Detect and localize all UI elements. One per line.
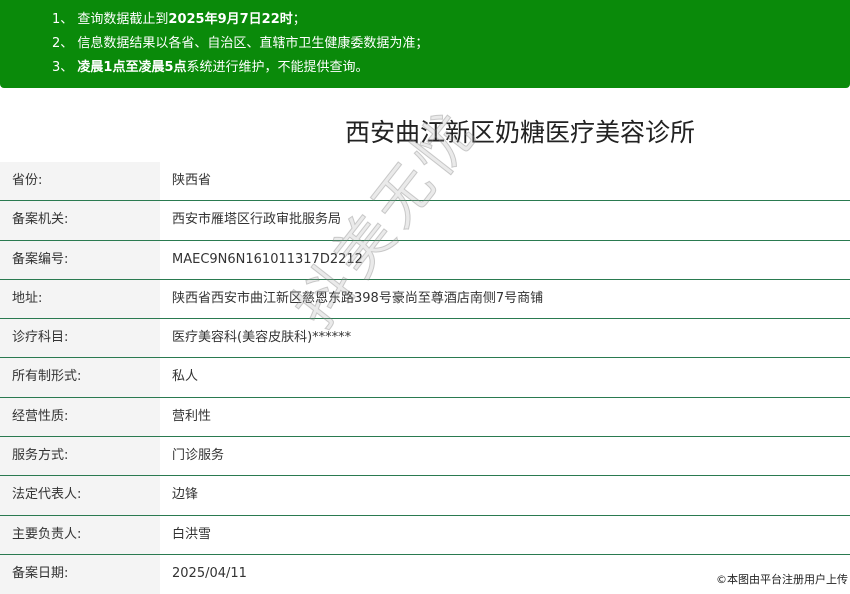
table-row: 备案编号: MAEC9N6N161011317D2212 (0, 240, 850, 280)
row-label: 备案编号: (0, 240, 160, 279)
page-title-container: 西安曲江新区奶糖医疗美容诊所 (0, 113, 850, 153)
row-value: 2025/04/11 (172, 565, 247, 581)
table-row: 备案机关: 西安市雁塔区行政审批服务局 (0, 201, 850, 241)
copyright-notice: ©本图由平台注册用户上传 (716, 571, 848, 587)
row-label: 经营性质: (0, 397, 160, 437)
row-value: 边锋 (172, 487, 199, 503)
row-value: MAEC9N6N161011317D2212 (172, 251, 363, 267)
notice-line-3: 3、 凌晨1点至凌晨5点系统进行维护，不能提供查询。 (52, 60, 369, 75)
page-title: 西安曲江新区奶糖医疗美容诊所 (345, 118, 696, 147)
table-row: 经营性质: 营利性 (0, 397, 850, 438)
row-label: 法定代表人: (0, 476, 160, 515)
row-value: 医疗美容科(美容皮肤科)****** (172, 330, 352, 346)
row-label: 诊疗科目: (0, 319, 160, 358)
table-row: 法定代表人: 边锋 (0, 476, 850, 516)
row-value: 营利性 (172, 408, 212, 424)
notice-line-2: 2、 信息数据结果以各省、自治区、直辖市卫生健康委数据为准； (52, 36, 429, 51)
table-row: 所有制形式: 私人 (0, 358, 850, 398)
row-label: 服务方式: (0, 437, 160, 476)
row-value: 西安市雁塔区行政审批服务局 (172, 212, 342, 228)
row-label: 地址: (0, 279, 160, 319)
row-value: 陕西省西安市曲江新区慈恩东路398号豪尚至尊酒店南侧7号商铺 (172, 290, 544, 306)
info-table: 省份: 陕西省 备案机关: 西安市雁塔区行政审批服务局 备案编号: MAEC9N6N1… (0, 162, 850, 594)
table-row: 省份: 陕西省 (0, 162, 850, 202)
row-label: 省份: (0, 162, 160, 201)
row-value: 私人 (172, 369, 199, 385)
table-row: 服务方式: 门诊服务 (0, 437, 850, 477)
row-label: 备案日期: (0, 554, 160, 594)
row-value: 陕西省 (172, 173, 212, 188)
notice-line-1: 1、 查询数据截止到2025年9月7日22时； (52, 12, 306, 27)
row-label: 备案机关: (0, 201, 160, 240)
row-value: 白洪雪 (172, 526, 212, 542)
row-label: 所有制形式: (0, 358, 160, 397)
table-row: 诊疗科目: 医疗美容科(美容皮肤科)****** (0, 319, 850, 359)
row-value: 门诊服务 (172, 448, 225, 464)
notice-banner: 1、 查询数据截止到2025年9月7日22时； 2、 信息数据结果以各省、自治区… (0, 0, 850, 88)
row-label: 主要负责人: (0, 515, 160, 554)
table-row: 主要负责人: 白洪雪 (0, 515, 850, 555)
table-row: 地址: 陕西省西安市曲江新区慈恩东路398号豪尚至尊酒店南侧7号商铺 (0, 279, 850, 320)
